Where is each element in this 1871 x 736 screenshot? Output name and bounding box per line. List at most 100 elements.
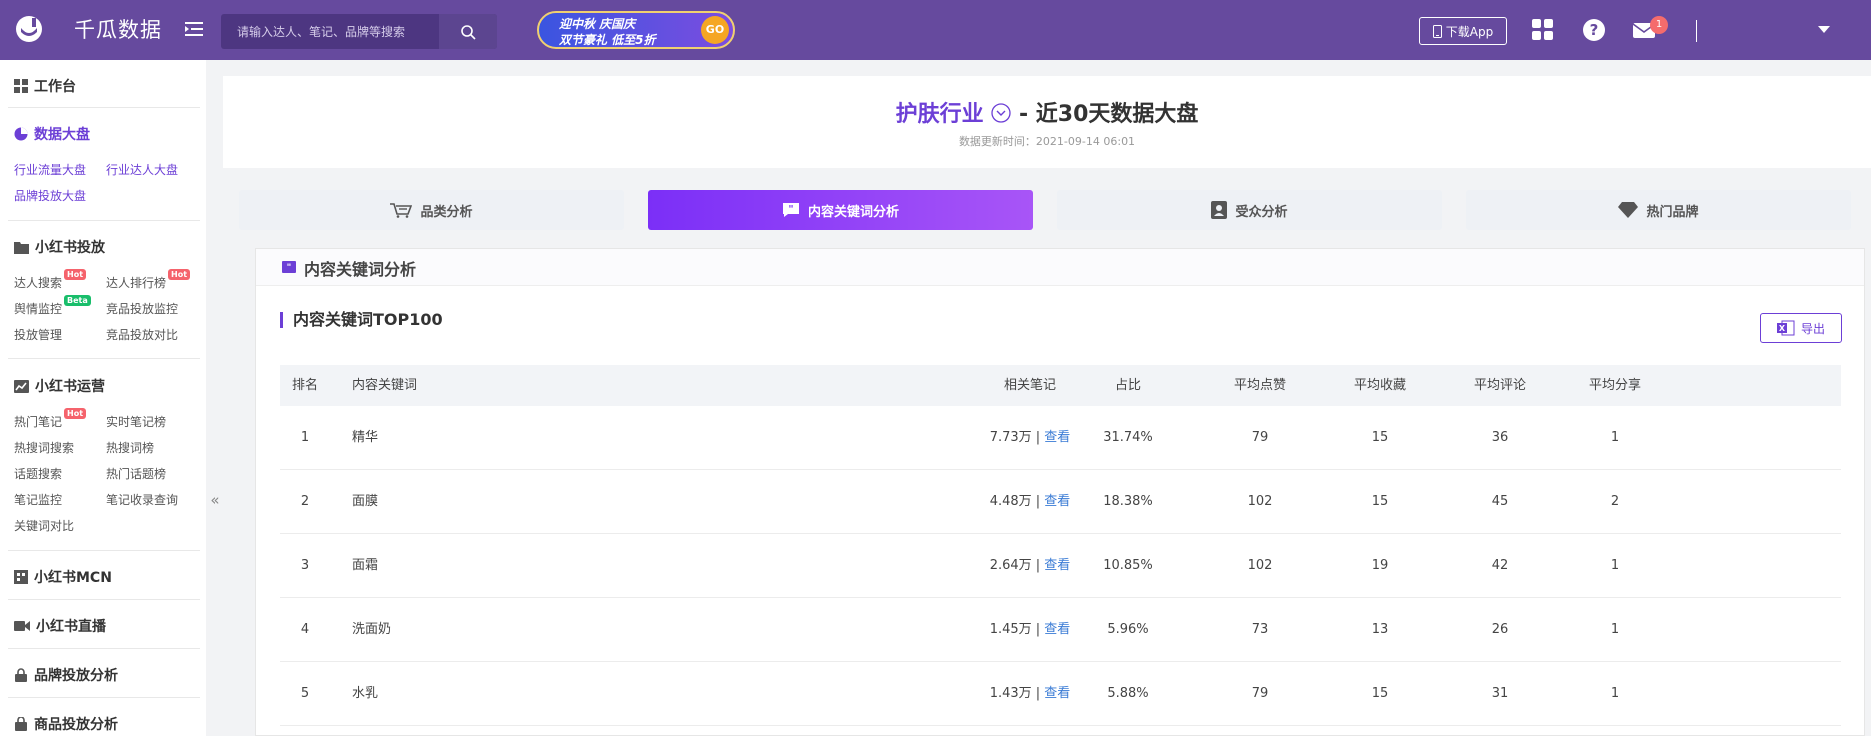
- export-button[interactable]: X 导出: [1760, 313, 1842, 343]
- rank-cell: 1: [300, 430, 310, 445]
- search-icon: [461, 25, 476, 40]
- ratio-cell: 18.38%: [1103, 494, 1153, 509]
- likes-cell: 102: [1247, 558, 1273, 573]
- view-link[interactable]: 查看: [1044, 558, 1070, 573]
- tab-label: 受众分析: [1235, 204, 1288, 220]
- sidebar-subitem[interactable]: 笔记监控: [14, 491, 62, 508]
- column-header: 平均评论: [1473, 378, 1526, 393]
- section-subtitle: 内容关键词TOP100: [280, 312, 443, 328]
- ratio-cell: 5.96%: [1107, 622, 1149, 637]
- sidebar-item-dashboard[interactable]: 数据大盘: [14, 124, 90, 144]
- search-button[interactable]: [439, 14, 497, 49]
- favorites-cell: 15: [1371, 494, 1389, 509]
- download-app-button[interactable]: 下载App: [1419, 17, 1507, 45]
- table-header: 排名 内容关键词 相关笔记 占比 平均点赞 平均收藏 平均评论 平均分享: [280, 365, 1841, 406]
- view-link[interactable]: 查看: [1044, 430, 1070, 445]
- lock-bag-icon: [15, 668, 27, 682]
- shares-cell: 1: [1610, 622, 1620, 637]
- rank-cell: 4: [300, 622, 310, 637]
- table-row: 2 面膜 18.38% 102 15 45 2 4.48万 | 查看: [280, 470, 1841, 534]
- tab-content-keyword-analysis[interactable]: " 内容关键词分析: [648, 190, 1033, 230]
- sidebar-subitem[interactable]: 笔记收录查询: [106, 491, 178, 508]
- tab-hot-brands[interactable]: 热门品牌: [1466, 190, 1851, 230]
- sidebar-subitem[interactable]: 投放管理: [14, 326, 62, 343]
- column-header: 占比: [1114, 378, 1141, 393]
- view-link[interactable]: 查看: [1044, 494, 1070, 509]
- hot-tag: Hot: [64, 408, 87, 419]
- chevron-down-circle-icon[interactable]: [991, 103, 1011, 123]
- promo-line2: 双节豪礼 低至5折: [559, 33, 656, 47]
- sidebar-subitem[interactable]: 热门话题榜: [106, 465, 166, 482]
- sidebar-item-label: 数据大盘: [34, 127, 90, 143]
- keyword-cell: 面膜: [352, 494, 379, 509]
- hot-tag: Hot: [168, 269, 191, 280]
- shares-cell: 1: [1610, 686, 1620, 701]
- rank-cell: 2: [300, 494, 310, 509]
- sidebar-subitem[interactable]: 品牌投放大盘: [14, 187, 86, 204]
- sidebar-subitem[interactable]: 热门笔记: [14, 413, 62, 430]
- phone-icon: [1432, 24, 1442, 38]
- quote-icon: ": [782, 203, 799, 217]
- sidebar: 工作台 数据大盘 行业流量大盘 行业达人大盘 品牌投放大盘 小红书投放 达人搜索…: [0, 60, 206, 736]
- page-title: 护肤行业 - 近30天数据大盘: [223, 96, 1871, 128]
- sidebar-collapse-button[interactable]: «: [206, 460, 224, 540]
- sidebar-subitem[interactable]: 达人排行榜: [106, 274, 166, 291]
- notes-count: 1.43万 |: [989, 686, 1041, 701]
- person-card-icon: [1211, 201, 1228, 219]
- divider: [8, 107, 200, 108]
- menu-toggle-icon[interactable]: [185, 21, 203, 37]
- sidebar-item-product-analysis[interactable]: 商品投放分析: [14, 714, 118, 734]
- sidebar-subitem[interactable]: 关键词对比: [14, 517, 74, 534]
- sidebar-subitem[interactable]: 达人搜索: [14, 274, 62, 291]
- search-input[interactable]: [221, 14, 439, 49]
- promo-banner[interactable]: 迎中秋 庆国庆 双节豪礼 低至5折 GO: [537, 11, 735, 49]
- logo[interactable]: 千瓜数据: [12, 14, 162, 44]
- grid-icon[interactable]: [1531, 18, 1555, 42]
- view-link[interactable]: 查看: [1044, 622, 1070, 637]
- favorites-cell: 13: [1371, 622, 1389, 637]
- likes-cell: 102: [1247, 494, 1273, 509]
- building-icon: [14, 570, 28, 584]
- sidebar-item-xhs-ops[interactable]: 小红书运营: [14, 376, 105, 396]
- sidebar-item-label: 小红书MCN: [34, 570, 112, 586]
- sidebar-subitem[interactable]: 竞品投放监控: [106, 300, 178, 317]
- tab-category-analysis[interactable]: 品类分析: [239, 190, 624, 230]
- sidebar-item-workbench[interactable]: 工作台: [14, 76, 76, 96]
- keyword-cell: 洗面奶: [352, 622, 392, 637]
- tab-label: 热门品牌: [1646, 204, 1699, 220]
- sidebar-subitem[interactable]: 行业达人大盘: [106, 161, 178, 178]
- column-header: 内容关键词: [352, 378, 418, 393]
- notes-cell: 1.43万 | 查看: [970, 662, 1090, 726]
- promo-go-button[interactable]: GO: [701, 16, 729, 44]
- shares-cell: 2: [1610, 494, 1620, 509]
- logo-icon: [12, 14, 46, 44]
- divider: [8, 697, 200, 698]
- chevron-down-icon[interactable]: [1818, 26, 1830, 33]
- sidebar-subitem[interactable]: 实时笔记榜: [106, 413, 166, 430]
- shares-cell: 1: [1610, 558, 1620, 573]
- sidebar-subitem[interactable]: 热搜词榜: [106, 439, 154, 456]
- likes-cell: 73: [1251, 622, 1269, 637]
- svg-text:?: ?: [1590, 21, 1599, 39]
- view-link[interactable]: 查看: [1044, 686, 1070, 701]
- topbar-divider: [1696, 20, 1697, 42]
- sidebar-subitem[interactable]: 舆情监控: [14, 300, 62, 317]
- rank-cell: 3: [300, 558, 310, 573]
- sidebar-item-brand-analysis[interactable]: 品牌投放分析: [14, 665, 118, 685]
- sidebar-item-xhs-ads[interactable]: 小红书投放: [14, 237, 105, 257]
- sidebar-item-live[interactable]: 小红书直播: [14, 616, 106, 636]
- dashboard-grid-icon: [14, 79, 28, 93]
- tab-audience-analysis[interactable]: 受众分析: [1057, 190, 1442, 230]
- industry-selector[interactable]: 护肤行业: [896, 102, 984, 127]
- notes-count: 4.48万 |: [989, 494, 1041, 509]
- sidebar-item-mcn[interactable]: 小红书MCN: [14, 567, 112, 587]
- sidebar-subitem[interactable]: 话题搜索: [14, 465, 62, 482]
- top-bar: 千瓜数据 迎中秋 庆国庆 双节豪礼 低至5折 GO 下载App ? 1: [0, 0, 1871, 60]
- pie-chart-icon: [14, 127, 28, 141]
- help-icon[interactable]: ?: [1582, 18, 1606, 42]
- sidebar-subitem[interactable]: 热搜词搜索: [14, 439, 74, 456]
- sidebar-subitem[interactable]: 行业流量大盘: [14, 161, 86, 178]
- comments-cell: 36: [1491, 430, 1509, 445]
- favorites-cell: 15: [1371, 686, 1389, 701]
- sidebar-subitem[interactable]: 竞品投放对比: [106, 326, 178, 343]
